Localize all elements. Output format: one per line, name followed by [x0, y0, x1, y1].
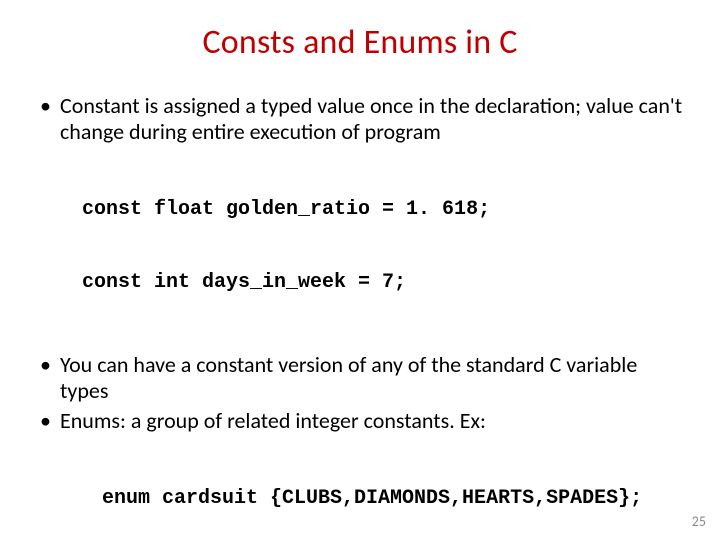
- bullet-item: Constant is assigned a typed value once …: [36, 93, 684, 145]
- bullet-text: Constant is assigned a typed value once …: [60, 92, 682, 145]
- bullet-list: Constant is assigned a typed value once …: [36, 93, 684, 145]
- code-block: const float golden_ratio = 1. 618; const…: [82, 149, 684, 344]
- code-line: const int days_in_week = 7;: [82, 271, 684, 295]
- slide-title: Consts and Enums in C: [36, 22, 684, 63]
- code-line: const float golden_ratio = 1. 618;: [82, 198, 684, 222]
- bullet-text: You can have a constant version of any o…: [60, 351, 637, 404]
- page-number: 25: [692, 513, 706, 530]
- slide: Consts and Enums in C Constant is assign…: [0, 0, 720, 540]
- bullet-item: You can have a constant version of any o…: [36, 352, 684, 404]
- bullet-item: Enums: a group of related integer consta…: [36, 408, 684, 434]
- bullet-list: You can have a constant version of any o…: [36, 352, 684, 434]
- code-line: enum cardsuit {CLUBS,DIAMONDS,HEARTS,SPA…: [102, 487, 684, 511]
- bullet-text: Enums: a group of related integer consta…: [60, 407, 486, 434]
- code-block: enum cardsuit {CLUBS,DIAMONDS,HEARTS,SPA…: [102, 438, 684, 540]
